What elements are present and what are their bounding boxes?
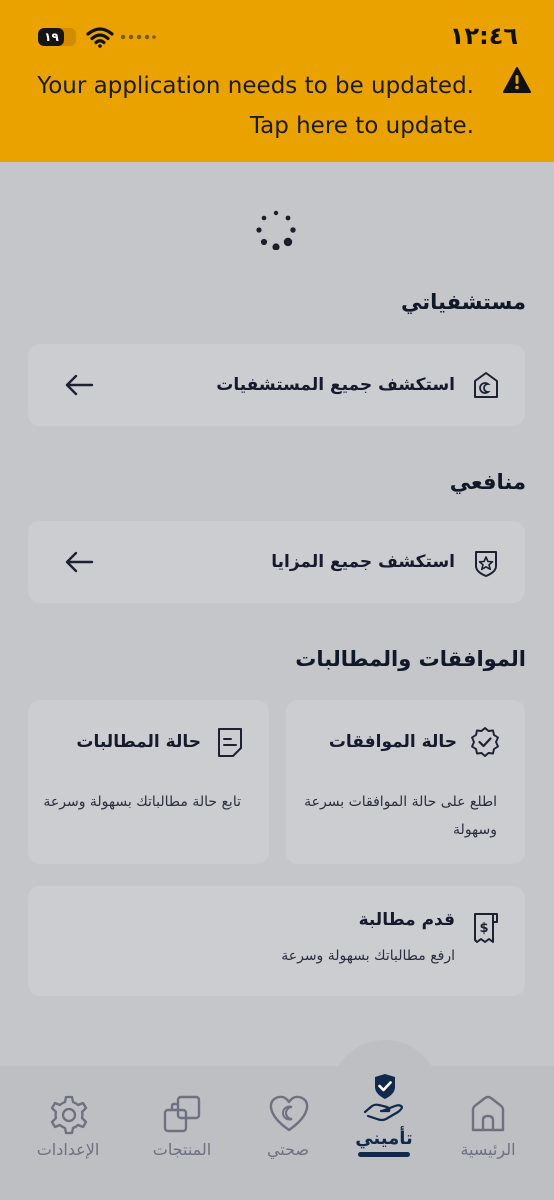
products-stack-icon bbox=[163, 1095, 201, 1133]
nav-products[interactable]: المنتجات bbox=[132, 1094, 232, 1174]
approval-status-card[interactable]: حالة الموافقات اطلع على حالة الموافقات ب… bbox=[286, 700, 525, 864]
arrow-left-icon bbox=[65, 374, 94, 396]
approval-status-description: اطلع على حالة الموافقات بسرعة وسهولة bbox=[304, 794, 497, 838]
submit-claim-title: قدم مطالبة bbox=[358, 910, 455, 930]
explore-hospitals-label: استكشف جميع المستشفيات bbox=[216, 375, 455, 395]
explore-benefits-link[interactable]: استكشف جميع المزايا bbox=[28, 521, 525, 603]
approval-status-title: حالة الموافقات bbox=[328, 732, 457, 752]
nav-my-insurance-label: تأميني bbox=[355, 1128, 413, 1149]
nav-settings-label: الإعدادات bbox=[36, 1140, 100, 1159]
svg-text:$: $ bbox=[479, 921, 488, 936]
update-message-line2: Tap here to update. bbox=[249, 113, 474, 139]
nav-my-health-label: صحتي bbox=[266, 1140, 310, 1159]
hospitals-section-title: مستشفياتي bbox=[400, 290, 526, 314]
update-message: Your application needs to be updated. Ta… bbox=[24, 66, 474, 146]
explore-hospitals-link[interactable]: استكشف جميع المستشفيات bbox=[28, 344, 525, 426]
nav-my-health[interactable]: صحتي bbox=[238, 1094, 338, 1174]
status-time: ١٢:٤٦ bbox=[449, 22, 518, 50]
nav-home-label: الرئيسية bbox=[460, 1140, 516, 1159]
hospital-icon bbox=[474, 372, 498, 398]
signal-dots-icon bbox=[120, 34, 156, 40]
status-bar: ١٢:٤٦ ١٩ bbox=[0, 0, 554, 60]
nav-my-insurance[interactable]: تأميني bbox=[334, 1074, 434, 1174]
battery-icon: ١٩ bbox=[38, 28, 76, 46]
home-icon bbox=[471, 1095, 505, 1132]
claim-status-title: حالة المطالبات bbox=[76, 732, 201, 752]
explore-benefits-label: استكشف جميع المزايا bbox=[271, 552, 455, 572]
nav-settings[interactable]: الإعدادات bbox=[18, 1094, 118, 1174]
wifi-icon bbox=[86, 27, 114, 48]
battery-level: ١٩ bbox=[44, 30, 59, 44]
document-icon bbox=[218, 728, 242, 757]
nav-active-indicator bbox=[358, 1152, 410, 1157]
warning-icon bbox=[503, 67, 531, 93]
arrow-left-icon bbox=[65, 551, 94, 573]
approvals-claims-section-title: الموافقات والمطالبات bbox=[295, 647, 526, 671]
receipt-icon: $ bbox=[474, 913, 498, 943]
insurance-hand-shield-icon bbox=[363, 1074, 404, 1122]
settings-gear-icon bbox=[50, 1095, 88, 1135]
verified-badge-icon bbox=[471, 727, 499, 757]
update-message-line1: Your application needs to be updated. bbox=[37, 73, 474, 99]
benefits-section-title: منافعي bbox=[449, 470, 526, 494]
heart-icon bbox=[269, 1095, 309, 1132]
submit-claim-description: ارفع مطالباتك بسهولة وسرعة bbox=[281, 948, 455, 964]
shield-star-icon bbox=[475, 551, 497, 577]
nav-home[interactable]: الرئيسية bbox=[438, 1094, 538, 1174]
update-banner[interactable]: Your application needs to be updated. Ta… bbox=[0, 60, 554, 162]
loading-spinner-icon bbox=[256, 210, 296, 250]
submit-claim-card[interactable]: $ قدم مطالبة ارفع مطالباتك بسهولة وسرعة bbox=[28, 886, 525, 996]
claim-status-card[interactable]: حالة المطالبات تابع حالة مطالباتك بسهولة… bbox=[28, 700, 269, 864]
claim-status-description: تابع حالة مطالباتك بسهولة وسرعة bbox=[43, 794, 241, 810]
nav-products-label: المنتجات bbox=[152, 1140, 212, 1159]
